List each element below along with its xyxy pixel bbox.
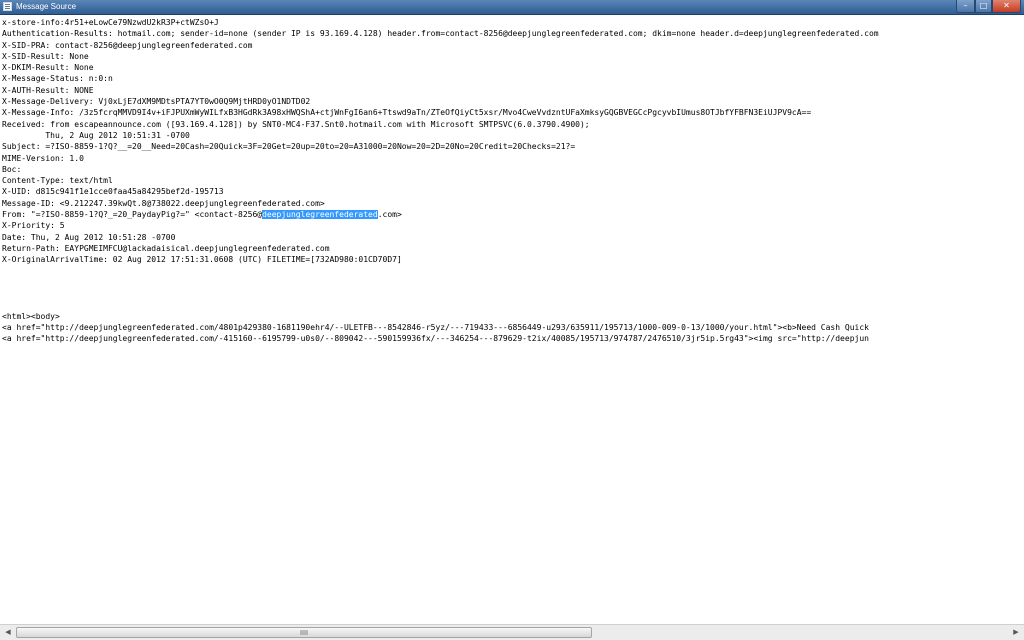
source-line: Content-Type: text/html (2, 176, 113, 186)
source-line: X-SID-Result: None (2, 51, 89, 61)
source-line: MIME-Version: 1.0 (2, 153, 84, 163)
source-line: X-DKIM-Result: None (2, 63, 94, 73)
from-line: From: "=?ISO-8859-1?Q?_=20_PaydayPig?=" … (2, 209, 1024, 220)
scroll-right-icon[interactable]: ▶ (1010, 627, 1022, 638)
source-line: Authentication-Results: hotmail.com; sen… (2, 29, 879, 39)
horizontal-scrollbar[interactable]: ◀ ▶ (0, 624, 1024, 640)
source-line: X-Priority: 5 (2, 221, 65, 231)
source-line: Message-ID: <9.212247.39kwQt.8@738022.de… (2, 198, 325, 208)
source-line: Return-Path: EAYPGMEIMFCU@lackadaisical.… (2, 243, 330, 253)
source-line: Boc: (2, 164, 22, 174)
source-line: X-Message-Status: n:0:n (2, 74, 113, 84)
message-source-text[interactable]: x-store-info:4r51+eLowCe79NzwdU2kR3P+ctW… (0, 15, 1024, 345)
source-line: X-Message-Delivery: Vj0xLjE7dXM9MDtsPTA7… (2, 97, 311, 107)
message-source-icon (3, 2, 12, 11)
title-bar[interactable]: Message Source – □ ✕ (0, 0, 1024, 15)
from-line-suffix: .com> (377, 210, 402, 220)
source-line: X-UID: d815c941f1e1cce0faa45a84295bef2d-… (2, 187, 224, 197)
close-button[interactable]: ✕ (992, 0, 1021, 13)
selected-text[interactable]: deepjunglegreenfederated (262, 210, 378, 220)
message-source-view[interactable]: x-store-info:4r51+eLowCe79NzwdU2kR3P+ctW… (0, 15, 1024, 624)
source-line (2, 277, 1024, 288)
window-title: Message Source (16, 2, 77, 11)
maximize-button[interactable]: □ (975, 0, 992, 13)
source-line: <a href="http://deepjunglegreenfederated… (2, 323, 869, 333)
source-line: X-OriginalArrivalTime: 02 Aug 2012 17:51… (2, 255, 402, 265)
source-line: Thu, 2 Aug 2012 10:51:31 -0700 (2, 130, 190, 140)
source-line: <a href="http://deepjunglegreenfederated… (2, 334, 869, 344)
scroll-left-icon[interactable]: ◀ (2, 627, 14, 638)
source-line: Date: Thu, 2 Aug 2012 10:51:28 -0700 (2, 232, 176, 242)
source-line: X-AUTH-Result: NONE (2, 85, 94, 95)
source-line: X-SID-PRA: contact-8256@deepjunglegreenf… (2, 40, 253, 50)
source-line (2, 266, 1024, 277)
source-line: X-Message-Info: /3z5fcrqMMVD9I4v+iFJPUXm… (2, 108, 812, 118)
source-line (2, 299, 1024, 310)
from-line-prefix: From: "=?ISO-8859-1?Q?_=20_PaydayPig?=" … (2, 210, 263, 220)
source-line: <html><body> (2, 311, 60, 321)
grip-icon (300, 630, 308, 635)
source-line (2, 288, 1024, 299)
scrollbar-thumb[interactable] (16, 627, 592, 638)
source-line: x-store-info:4r51+eLowCe79NzwdU2kR3P+ctW… (2, 18, 219, 27)
source-line: Received: from escapeannounce.com ([93.1… (2, 119, 590, 129)
source-line: Subject: =?ISO-8859-1?Q?__=20__Need=20Ca… (2, 142, 576, 152)
minimize-button[interactable]: – (956, 0, 975, 13)
